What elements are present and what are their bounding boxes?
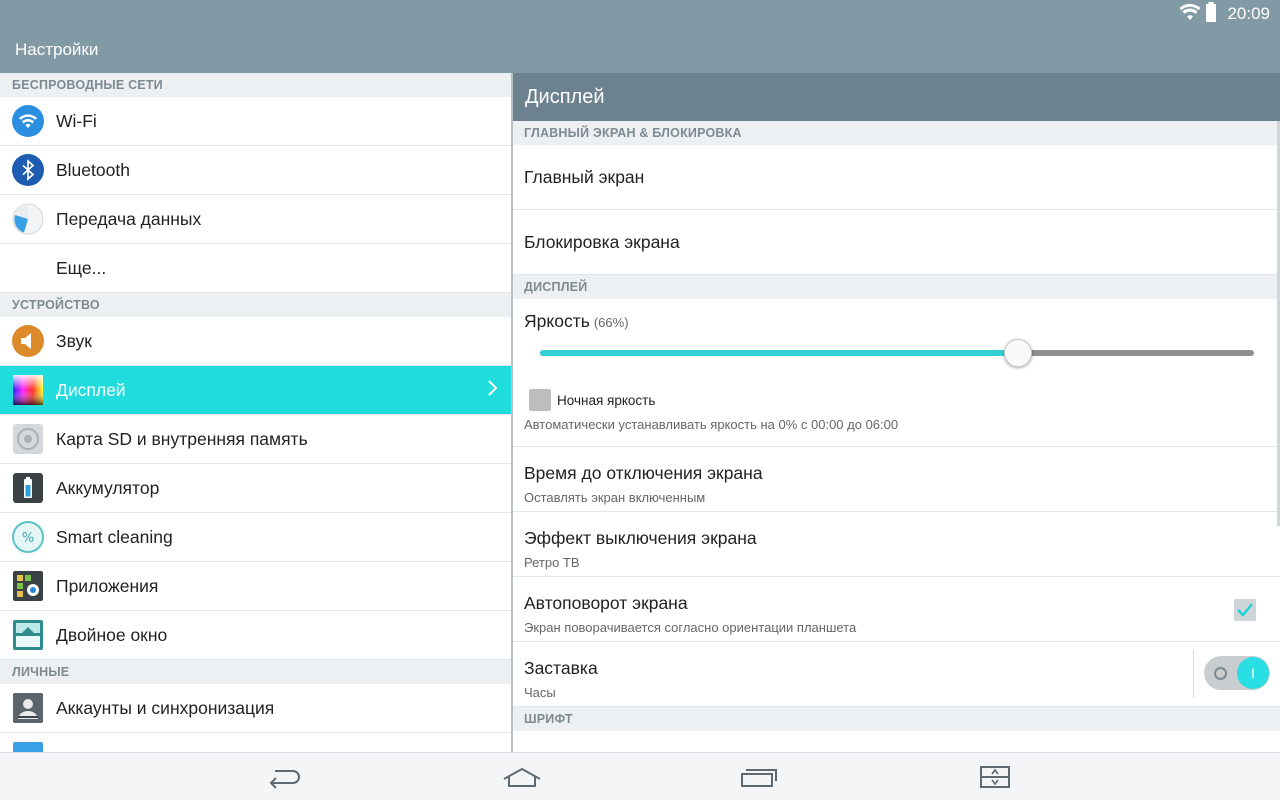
setting-title: Эффект выключения экрана <box>524 528 757 548</box>
brightness-slider-fill <box>540 350 1019 356</box>
section-wireless: БЕСПРОВОДНЫЕ СЕТИ <box>0 73 511 97</box>
menu-item-label: Bluetooth <box>56 159 130 180</box>
wifi-signal-icon <box>1179 3 1201 26</box>
section-device: УСТРОЙСТВО <box>0 293 511 317</box>
night-brightness-description: Автоматически устанавливать яркость на 0… <box>524 417 899 432</box>
brightness-setting: Яркость (66%) Ночная яркость Автоматическ… <box>513 299 1280 447</box>
brightness-slider-thumb[interactable] <box>1004 339 1033 367</box>
back-button[interactable] <box>261 761 309 793</box>
brightness-label: Яркость <box>524 311 590 331</box>
menu-item-label: Аккумулятор <box>56 477 160 498</box>
setting-title: Автоповорот экрана <box>524 593 688 613</box>
setting-title: Главный экран <box>524 166 645 187</box>
auto-rotate-checkbox[interactable] <box>1234 599 1256 621</box>
home-icon <box>503 767 541 787</box>
brightness-title: Яркость (66%) <box>524 311 629 332</box>
dual-window-icon <box>12 619 44 651</box>
top-bar: 20:09 Настройки <box>0 0 1280 73</box>
app-title: Настройки <box>15 40 99 59</box>
section-personal: ЛИЧНЫЕ <box>0 660 511 684</box>
menu-item-label: Еще... <box>56 257 107 278</box>
toggle-divider <box>1193 650 1194 698</box>
menu-item-label: Аккаунты и синхронизация <box>56 697 275 718</box>
setting-summary: Экран поворачивается согласно ориентации… <box>524 620 857 635</box>
speaker-icon <box>12 325 44 357</box>
dual-window-nav-icon <box>980 766 1010 788</box>
settings-menu: БЕСПРОВОДНЫЕ СЕТИ Wi-Fi Bluetooth Переда… <box>0 73 511 752</box>
screen-off-effect-setting[interactable]: Эффект выключения экрана Ретро ТВ <box>513 512 1280 577</box>
toggle-off-icon <box>1214 667 1227 680</box>
auto-rotate-setting[interactable]: Автоповорот экрана Экран поворачивается … <box>513 577 1280 642</box>
night-brightness-option[interactable]: Ночная яркость <box>529 389 655 411</box>
lock-screen-setting[interactable]: Блокировка экрана <box>513 210 1280 275</box>
section-display: ДИСПЛЕЙ <box>513 275 1280 299</box>
clock: 20:09 <box>1227 4 1270 23</box>
storage-disc-icon <box>12 423 44 455</box>
menu-item-accounts[interactable]: Аккаунты и синхронизация <box>0 684 511 733</box>
checkmark-icon <box>1237 603 1253 617</box>
home-screen-setting[interactable]: Главный экран <box>513 145 1280 210</box>
display-settings-panel: Дисплей ГЛАВНЫЙ ЭКРАН & БЛОКИРОВКА Главн… <box>513 73 1280 752</box>
menu-item-sound[interactable]: Звук <box>0 317 511 366</box>
menu-item-label: Передача данных <box>56 208 202 229</box>
home-button[interactable] <box>498 761 546 793</box>
section-home-lock: ГЛАВНЫЙ ЭКРАН & БЛОКИРОВКА <box>513 121 1280 145</box>
menu-item-more[interactable]: Еще... <box>0 244 511 293</box>
screensaver-toggle[interactable]: I <box>1204 656 1270 690</box>
setting-title: Заставка <box>524 658 598 678</box>
menu-item-label: Приложения <box>56 575 159 596</box>
status-bar: 20:09 <box>1179 1 1270 27</box>
menu-item-label: Дисплей <box>56 379 126 400</box>
menu-item-bluetooth[interactable]: Bluetooth <box>0 146 511 195</box>
menu-item-data-usage[interactable]: Передача данных <box>0 195 511 244</box>
menu-item-wifi[interactable]: Wi-Fi <box>0 97 511 146</box>
menu-item-label: Звук <box>56 330 92 351</box>
setting-title: Блокировка экрана <box>524 231 680 252</box>
screen-timeout-setting[interactable]: Время до отключения экрана Оставлять экр… <box>513 447 1280 512</box>
toggle-on-knob: I <box>1237 657 1269 689</box>
panel-title: Дисплей <box>513 73 1280 121</box>
brightness-slider[interactable] <box>540 339 1254 367</box>
recent-apps-icon <box>741 769 777 787</box>
night-brightness-label: Ночная яркость <box>557 392 656 408</box>
night-brightness-checkbox[interactable] <box>529 389 551 411</box>
chevron-right-icon <box>487 379 499 403</box>
apps-grid-icon <box>12 570 44 602</box>
color-spectrum-icon <box>12 374 44 406</box>
setting-summary: Оставлять экран включенным <box>524 490 706 505</box>
menu-item-battery[interactable]: Аккумулятор <box>0 464 511 513</box>
menu-item-dual-window[interactable]: Двойное окно <box>0 611 511 660</box>
menu-item-smart-cleaning[interactable]: % Smart cleaning <box>0 513 511 562</box>
setting-summary: Ретро ТВ <box>524 555 580 570</box>
setting-summary: Часы <box>524 685 556 700</box>
smart-cleaning-icon: % <box>12 521 44 553</box>
menu-item-apps[interactable]: Приложения <box>0 562 511 611</box>
bluetooth-icon <box>12 154 44 186</box>
menu-item-storage[interactable]: Карта SD и внутренняя память <box>0 415 511 464</box>
menu-item-label: Wi-Fi <box>56 110 97 131</box>
menu-item-label: Smart cleaning <box>56 526 173 547</box>
svg-text:%: % <box>22 531 34 546</box>
menu-item-display[interactable]: Дисплей <box>0 366 511 415</box>
data-usage-icon <box>12 203 44 235</box>
brightness-percent: (66%) <box>593 315 629 330</box>
wifi-icon <box>12 105 44 137</box>
section-font: ШРИФТ <box>513 707 1280 731</box>
setting-title: Время до отключения экрана <box>524 463 763 483</box>
menu-item-next[interactable] <box>0 733 511 752</box>
menu-item-label: Двойное окно <box>56 624 168 645</box>
next-item-icon <box>12 741 44 752</box>
blank-icon <box>12 252 44 284</box>
accounts-icon <box>12 692 44 724</box>
dual-window-button[interactable] <box>971 761 1019 793</box>
navigation-bar <box>0 752 1280 800</box>
recent-apps-button[interactable] <box>734 761 782 793</box>
back-arrow-icon <box>269 770 300 789</box>
screensaver-setting[interactable]: Заставка Часы I <box>513 642 1280 707</box>
battery-icon <box>1205 1 1217 27</box>
menu-item-label: Карта SD и внутренняя память <box>56 428 308 449</box>
battery-setting-icon <box>12 472 44 504</box>
